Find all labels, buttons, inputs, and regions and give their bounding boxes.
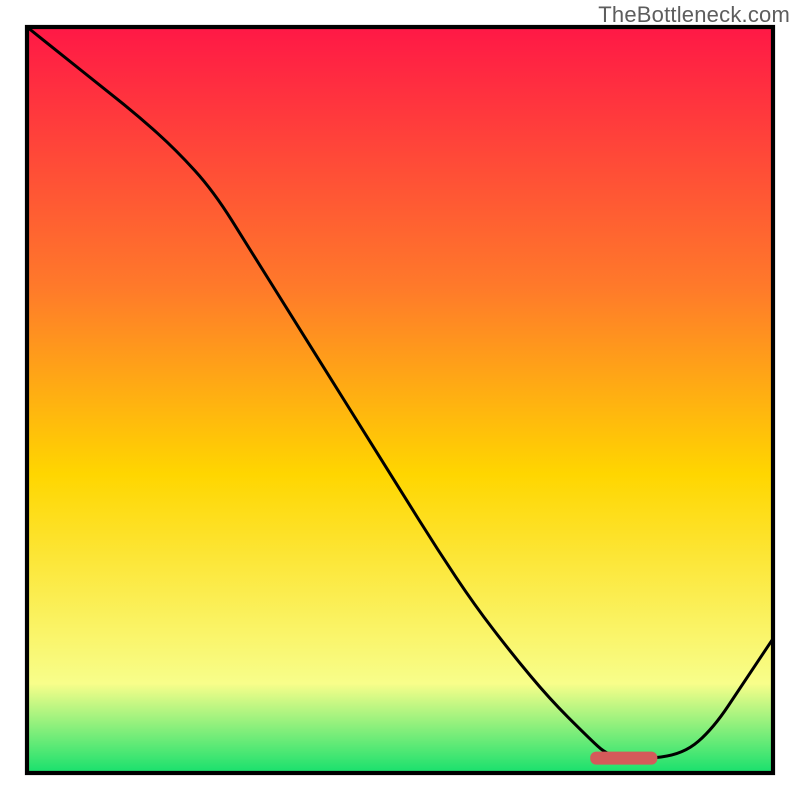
gradient-background xyxy=(27,27,773,773)
chart-container: TheBottleneck.com xyxy=(0,0,800,800)
optimal-marker xyxy=(590,752,657,765)
watermark-text: TheBottleneck.com xyxy=(598,2,790,28)
bottleneck-chart xyxy=(0,0,800,800)
